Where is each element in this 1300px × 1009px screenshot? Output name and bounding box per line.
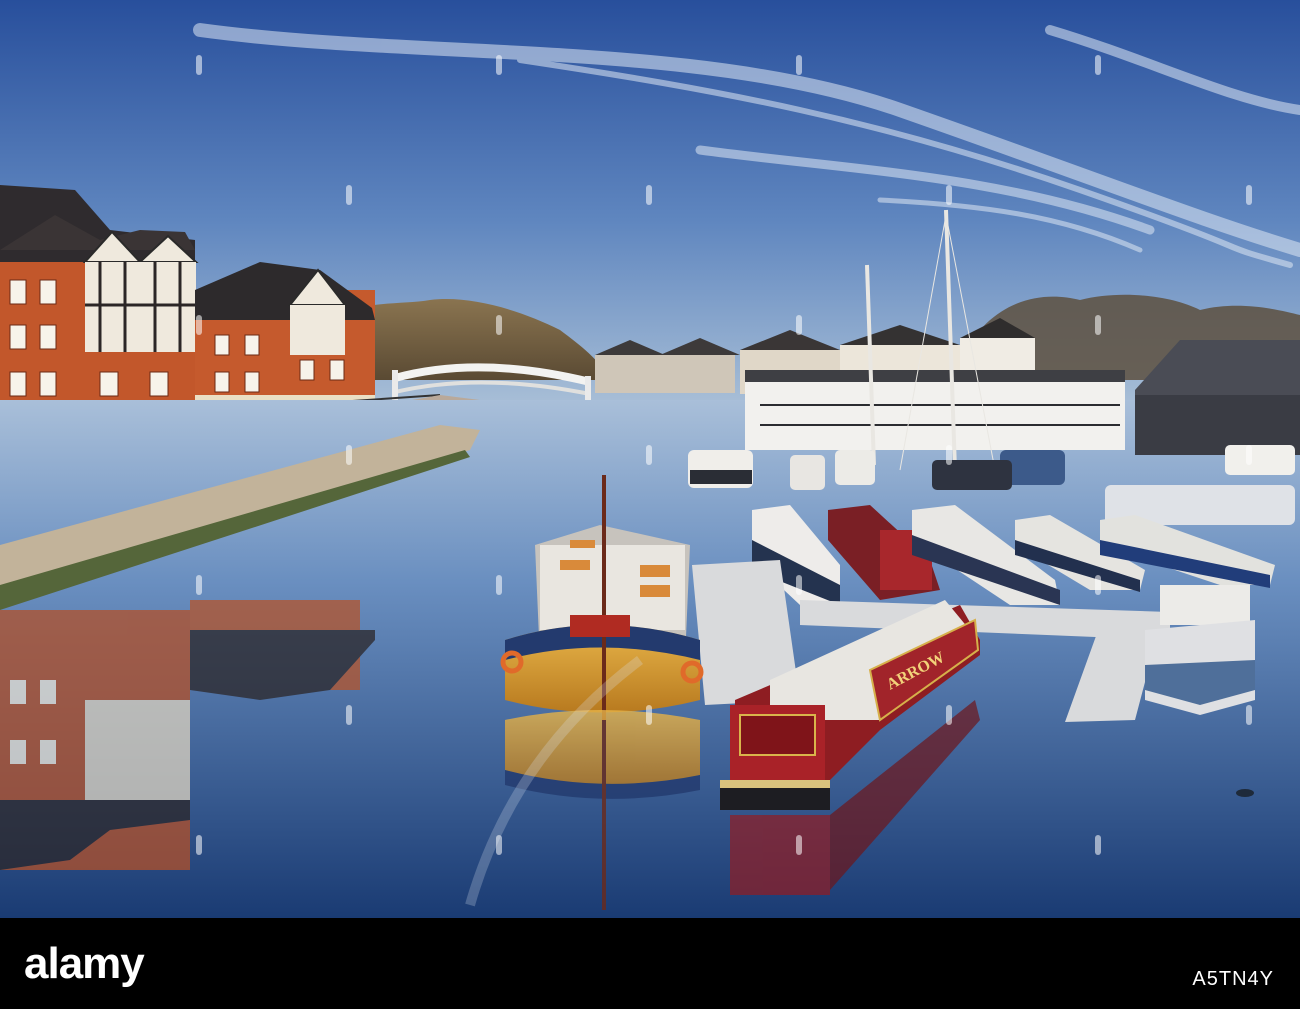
cruiser-boat bbox=[1145, 585, 1255, 715]
marina-photo: ARROW bbox=[0, 0, 1300, 918]
alamy-logo[interactable]: alamy bbox=[24, 940, 145, 988]
stock-image-id: A5TN4Y bbox=[1192, 968, 1274, 990]
footer-bar: alamy A5TN4Y bbox=[0, 918, 1300, 1009]
duck bbox=[1236, 789, 1254, 797]
